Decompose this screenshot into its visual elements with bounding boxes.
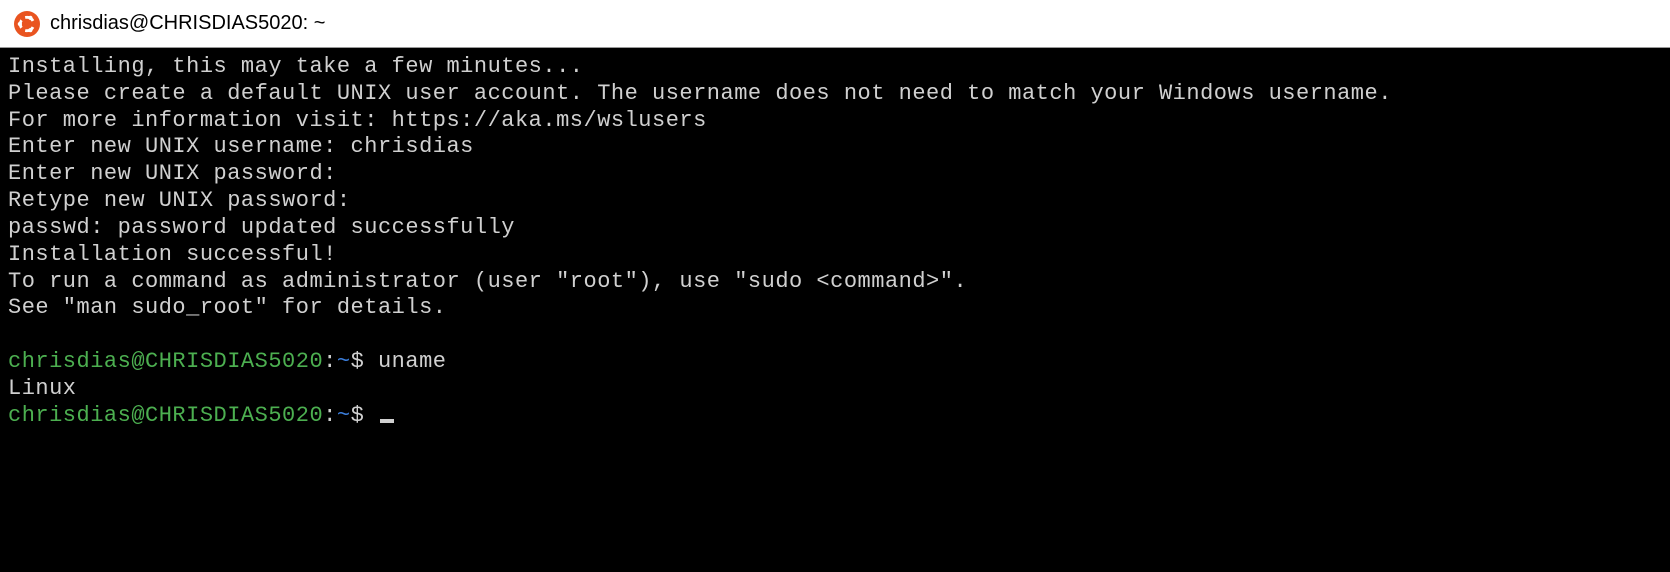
- terminal-line: Enter new UNIX password:: [8, 161, 1662, 188]
- terminal-prompt: chrisdias@CHRISDIAS5020:~$ uname: [8, 349, 1662, 376]
- terminal-line: Installing, this may take a few minutes.…: [8, 54, 1662, 81]
- ubuntu-icon: [14, 11, 40, 37]
- terminal-output: Linux: [8, 376, 1662, 403]
- prompt-colon: :: [323, 349, 337, 374]
- prompt-colon: :: [323, 403, 337, 428]
- prompt-path: ~: [337, 349, 351, 374]
- window-title: chrisdias@CHRISDIAS5020: ~: [50, 12, 325, 35]
- terminal-line: Please create a default UNIX user accoun…: [8, 81, 1662, 108]
- terminal-line: passwd: password updated successfully: [8, 215, 1662, 242]
- terminal-content[interactable]: Installing, this may take a few minutes.…: [0, 48, 1670, 440]
- prompt-user-host: chrisdias@CHRISDIAS5020: [8, 349, 323, 374]
- title-bar: chrisdias@CHRISDIAS5020: ~: [0, 0, 1670, 48]
- terminal-line: To run a command as administrator (user …: [8, 269, 1662, 296]
- terminal-line: Enter new UNIX username: chrisdias: [8, 134, 1662, 161]
- terminal-line: Installation successful!: [8, 242, 1662, 269]
- terminal-line: Retype new UNIX password:: [8, 188, 1662, 215]
- prompt-path: ~: [337, 403, 351, 428]
- cursor-icon: [380, 419, 394, 423]
- terminal-line: See "man sudo_root" for details.: [8, 295, 1662, 322]
- prompt-dollar: $: [351, 349, 365, 374]
- prompt-user-host: chrisdias@CHRISDIAS5020: [8, 403, 323, 428]
- prompt-dollar: $: [351, 403, 365, 428]
- terminal-line: For more information visit: https://aka.…: [8, 108, 1662, 135]
- prompt-command: uname: [364, 349, 446, 374]
- terminal-blank-line: [8, 322, 1662, 349]
- terminal-prompt: chrisdias@CHRISDIAS5020:~$: [8, 403, 1662, 430]
- prompt-command: [364, 403, 378, 428]
